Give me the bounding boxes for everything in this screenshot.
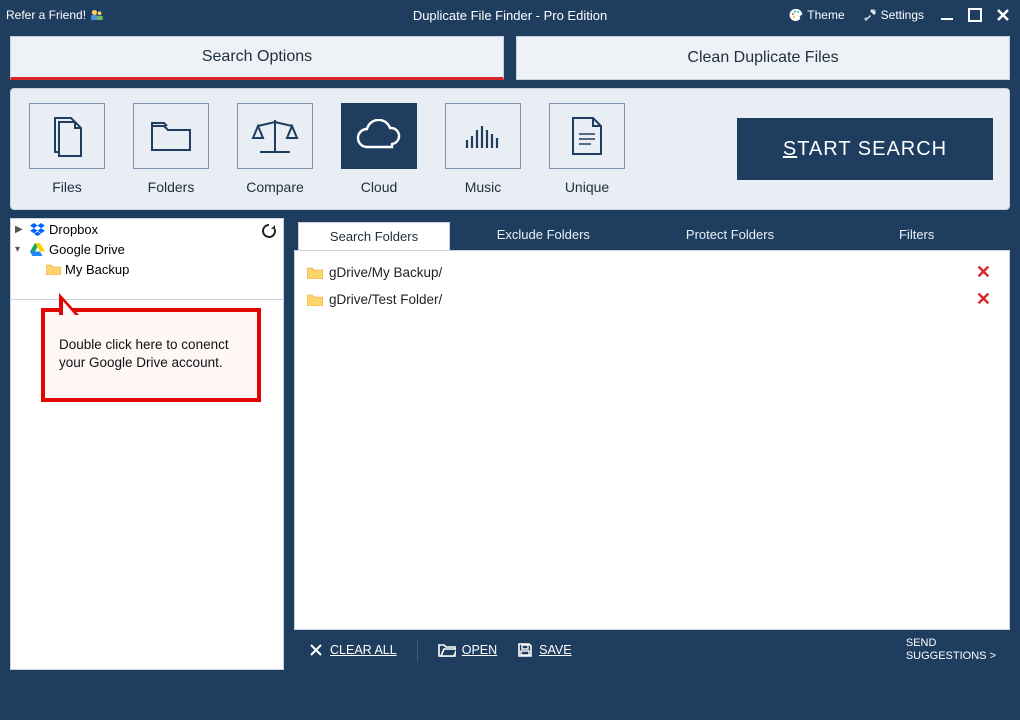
right-pane: Search Folders Exclude Folders Protect F… [294, 218, 1010, 670]
tool-files[interactable]: Files [27, 103, 107, 195]
separator [417, 639, 418, 661]
tree-item-my-backup[interactable]: My Backup [11, 259, 283, 279]
tool-folders-label: Folders [148, 179, 195, 195]
top-tabs: Search Options Clean Duplicate Files [0, 30, 1020, 80]
folder-row[interactable]: gDrive/Test Folder/ ✕ [305, 286, 999, 313]
close-button[interactable] [992, 4, 1014, 26]
subtab-filters-label: Filters [899, 227, 934, 242]
tree-item-google-drive[interactable]: ▾ Google Drive [11, 239, 283, 259]
music-icon [463, 118, 503, 154]
open-icon [438, 642, 456, 658]
settings-label: Settings [881, 8, 924, 22]
remove-folder-button[interactable]: ✕ [970, 289, 997, 310]
subtab-filters[interactable]: Filters [823, 218, 1010, 250]
tool-music-label: Music [465, 179, 502, 195]
tool-files-label: Files [52, 179, 82, 195]
maximize-icon [968, 8, 982, 22]
tool-compare-label: Compare [246, 179, 304, 195]
dropbox-icon [29, 221, 45, 237]
tree-item-google-drive-label: Google Drive [49, 242, 125, 257]
bottom-bar: CLEAR ALL OPEN SAVE SEND SUGGESTIONS > [294, 630, 1010, 670]
callout-text: Double click here to conenct your Google… [59, 337, 229, 370]
folder-list: gDrive/My Backup/ ✕ gDrive/Test Folder/ … [294, 250, 1010, 630]
tree-item-dropbox[interactable]: ▶ Dropbox [11, 219, 283, 239]
google-drive-icon [29, 241, 45, 257]
unique-icon [569, 114, 605, 158]
refresh-button[interactable] [261, 223, 277, 239]
folder-path: gDrive/Test Folder/ [329, 292, 442, 307]
settings-button[interactable]: Settings [857, 6, 930, 24]
people-icon [90, 9, 104, 21]
start-search-button[interactable]: START SEARCH [737, 118, 993, 180]
tool-unique-label: Unique [565, 179, 609, 195]
tree-item-my-backup-label: My Backup [65, 262, 129, 277]
toolbar: Files Folders Compare [10, 88, 1010, 210]
folder-path: gDrive/My Backup/ [329, 265, 442, 280]
folder-icon [307, 266, 323, 279]
tool-group: Files Folders Compare [27, 103, 627, 195]
main-area: ▶ Dropbox ▾ Google Drive My Backup [0, 218, 1020, 680]
tools-icon [863, 8, 877, 22]
tool-unique[interactable]: Unique [547, 103, 627, 195]
refresh-icon [261, 223, 277, 239]
left-bottom-panel: Double click here to conenct your Google… [10, 300, 284, 670]
refer-friend-link[interactable]: Refer a Friend! [0, 6, 110, 24]
minimize-button[interactable] [936, 4, 958, 26]
remove-folder-button[interactable]: ✕ [970, 262, 997, 283]
send-suggestions-link[interactable]: SEND SUGGESTIONS > [906, 637, 996, 663]
start-label: TART SEARCH [797, 138, 947, 161]
tab-search-options[interactable]: Search Options [10, 36, 504, 80]
subtab-protect-folders[interactable]: Protect Folders [637, 218, 824, 250]
tool-folders[interactable]: Folders [131, 103, 211, 195]
tab-clean-duplicates[interactable]: Clean Duplicate Files [516, 36, 1010, 80]
cloud-tree: ▶ Dropbox ▾ Google Drive My Backup [10, 218, 284, 300]
subtab-search-folders[interactable]: Search Folders [298, 222, 450, 250]
send-line1: SEND [906, 637, 996, 650]
open-label: OPEN [462, 643, 497, 657]
titlebar: Refer a Friend! Duplicate File Finder - … [0, 0, 1020, 30]
maximize-button[interactable] [964, 4, 986, 26]
folder-icon [307, 293, 323, 306]
clear-all-button[interactable]: CLEAR ALL [308, 642, 397, 658]
clear-icon [308, 642, 324, 658]
refer-label: Refer a Friend! [6, 8, 86, 22]
tab-search-options-label: Search Options [202, 48, 312, 66]
tool-compare[interactable]: Compare [235, 103, 315, 195]
theme-button[interactable]: Theme [783, 6, 850, 24]
close-icon [996, 8, 1010, 22]
chevron-down-icon: ▾ [15, 244, 25, 255]
clear-all-label: CLEAR ALL [330, 643, 397, 657]
tool-music[interactable]: Music [443, 103, 523, 195]
callout: Double click here to conenct your Google… [41, 308, 261, 402]
sub-tabs: Search Folders Exclude Folders Protect F… [294, 218, 1010, 250]
callout-tail-inner [63, 301, 76, 316]
palette-icon [789, 8, 803, 22]
tool-cloud[interactable]: Cloud [339, 103, 419, 195]
tab-clean-duplicates-label: Clean Duplicate Files [687, 49, 838, 67]
subtab-exclude-folders-label: Exclude Folders [497, 227, 590, 242]
open-button[interactable]: OPEN [438, 642, 497, 658]
send-line2: SUGGESTIONS > [906, 650, 996, 663]
save-icon [517, 642, 533, 658]
tree-item-dropbox-label: Dropbox [49, 222, 98, 237]
folders-icon [149, 118, 193, 154]
subtab-exclude-folders[interactable]: Exclude Folders [450, 218, 637, 250]
cloud-icon [354, 119, 404, 153]
folder-icon [45, 261, 61, 277]
compare-icon [250, 116, 300, 156]
save-label: SAVE [539, 643, 571, 657]
tool-cloud-label: Cloud [361, 179, 398, 195]
folder-row[interactable]: gDrive/My Backup/ ✕ [305, 259, 999, 286]
minimize-icon [940, 8, 954, 22]
save-button[interactable]: SAVE [517, 642, 571, 658]
subtab-search-folders-label: Search Folders [330, 229, 418, 244]
theme-label: Theme [807, 8, 844, 22]
left-pane: ▶ Dropbox ▾ Google Drive My Backup [10, 218, 284, 670]
files-icon [47, 114, 87, 158]
chevron-right-icon: ▶ [15, 224, 25, 235]
subtab-protect-folders-label: Protect Folders [686, 227, 774, 242]
start-prefix: S [783, 138, 797, 161]
